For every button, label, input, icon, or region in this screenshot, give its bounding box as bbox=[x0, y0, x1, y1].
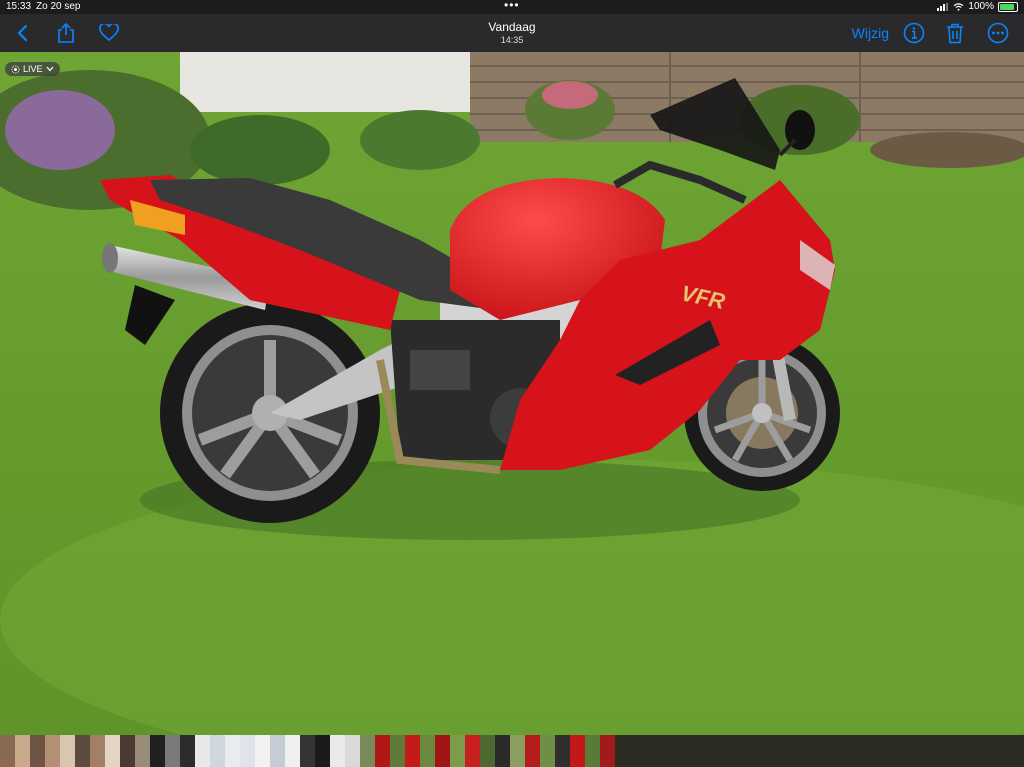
filmstrip-thumbnail[interactable] bbox=[60, 735, 75, 767]
filmstrip-thumbnail[interactable] bbox=[435, 735, 450, 767]
filmstrip-thumbnail[interactable] bbox=[150, 735, 165, 767]
filmstrip-thumbnail[interactable] bbox=[570, 735, 585, 767]
filmstrip-thumbnail[interactable] bbox=[390, 735, 405, 767]
filmstrip-thumbnail[interactable] bbox=[405, 735, 420, 767]
edit-button[interactable]: Wijzig bbox=[852, 25, 889, 41]
signal-icon bbox=[937, 2, 949, 11]
filmstrip-thumbnail[interactable] bbox=[180, 735, 195, 767]
filmstrip-thumbnail[interactable] bbox=[165, 735, 180, 767]
chevron-down-icon bbox=[46, 66, 53, 72]
filmstrip-thumbnail[interactable] bbox=[105, 735, 120, 767]
filmstrip-thumbnail[interactable] bbox=[315, 735, 330, 767]
filmstrip-thumbnail[interactable] bbox=[555, 735, 570, 767]
status-date: Zo 20 sep bbox=[36, 1, 81, 12]
filmstrip-thumbnail[interactable] bbox=[600, 735, 615, 767]
live-label: LIVE bbox=[23, 64, 43, 74]
motorcycle-photo: VFR bbox=[0, 52, 1024, 735]
live-photo-badge[interactable]: LIVE bbox=[5, 62, 60, 76]
filmstrip-thumbnail[interactable] bbox=[480, 735, 495, 767]
status-time: 15:33 bbox=[6, 1, 32, 12]
trash-icon[interactable] bbox=[942, 20, 968, 46]
filmstrip-thumbnail[interactable] bbox=[240, 735, 255, 767]
filmstrip-thumbnail[interactable] bbox=[300, 735, 315, 767]
battery-icon bbox=[998, 1, 1018, 12]
filmstrip-thumbnail[interactable] bbox=[225, 735, 240, 767]
more-icon[interactable] bbox=[985, 20, 1011, 46]
info-icon[interactable] bbox=[901, 20, 927, 46]
filmstrip-thumbnail[interactable] bbox=[330, 735, 345, 767]
filmstrip-thumbnail[interactable] bbox=[450, 735, 465, 767]
filmstrip-thumbnail[interactable] bbox=[45, 735, 60, 767]
filmstrip-thumbnail[interactable] bbox=[255, 735, 270, 767]
battery-percentage: 100% bbox=[968, 1, 994, 12]
photo-viewer[interactable]: VFR bbox=[0, 52, 1024, 735]
filmstrip-thumbnail[interactable] bbox=[75, 735, 90, 767]
live-photo-icon bbox=[11, 64, 20, 74]
filmstrip-thumbnail[interactable] bbox=[510, 735, 525, 767]
wifi-icon bbox=[954, 2, 964, 11]
multitasking-dots-icon[interactable]: ••• bbox=[504, 0, 520, 12]
filmstrip-thumbnail[interactable] bbox=[360, 735, 375, 767]
filmstrip-thumbnail[interactable] bbox=[0, 735, 15, 767]
filmstrip[interactable] bbox=[0, 735, 1024, 767]
status-right: 100% bbox=[937, 1, 1018, 12]
filmstrip-thumbnail[interactable] bbox=[195, 735, 210, 767]
filmstrip-thumbnail[interactable] bbox=[525, 735, 540, 767]
filmstrip-thumbnail[interactable] bbox=[465, 735, 480, 767]
filmstrip-thumbnail[interactable] bbox=[90, 735, 105, 767]
filmstrip-thumbnail[interactable] bbox=[120, 735, 135, 767]
filmstrip-thumbnail[interactable] bbox=[285, 735, 300, 767]
filmstrip-thumbnail[interactable] bbox=[270, 735, 285, 767]
filmstrip-thumbnail[interactable] bbox=[375, 735, 390, 767]
filmstrip-thumbnail[interactable] bbox=[210, 735, 225, 767]
filmstrip-thumbnail[interactable] bbox=[585, 735, 600, 767]
filmstrip-thumbnail[interactable] bbox=[495, 735, 510, 767]
toolbar: Vandaag 14:35 Wijzig bbox=[0, 14, 1024, 52]
filmstrip-thumbnail[interactable] bbox=[15, 735, 30, 767]
filmstrip-thumbnail[interactable] bbox=[540, 735, 555, 767]
status-bar: 15:33 Zo 20 sep ••• 100% bbox=[0, 0, 1024, 14]
filmstrip-thumbnail[interactable] bbox=[420, 735, 435, 767]
filmstrip-thumbnail[interactable] bbox=[30, 735, 45, 767]
filmstrip-thumbnail[interactable] bbox=[135, 735, 150, 767]
filmstrip-thumbnail[interactable] bbox=[345, 735, 360, 767]
